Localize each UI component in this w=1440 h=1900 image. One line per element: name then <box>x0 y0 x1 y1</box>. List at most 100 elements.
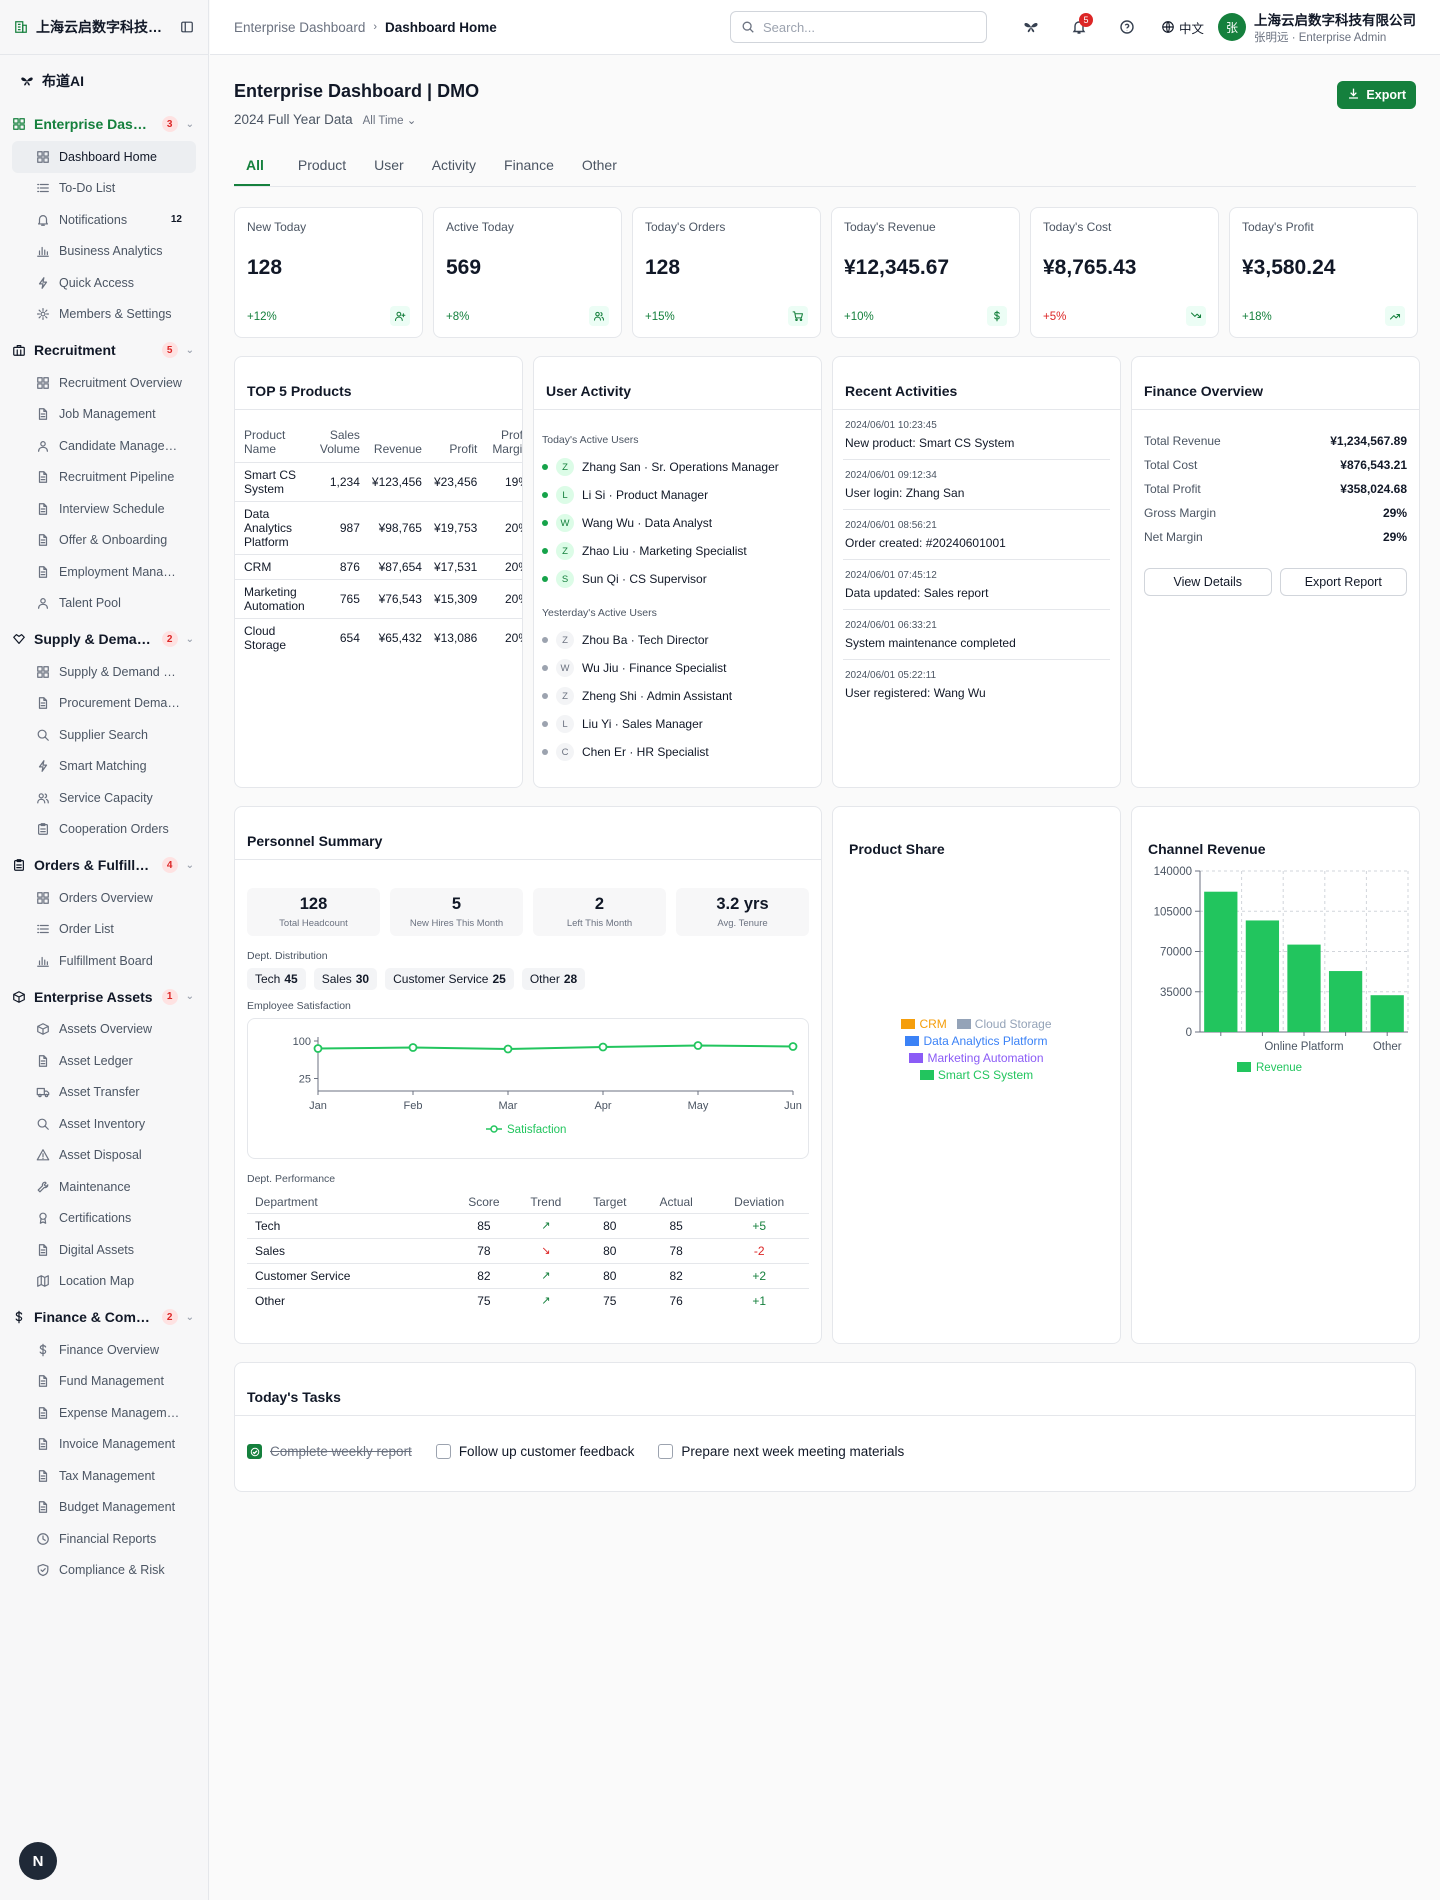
sidebar-item-0-0[interactable]: Dashboard Home <box>12 141 196 173</box>
tab-5[interactable]: Other <box>582 157 617 186</box>
legend-item[interactable]: CRM <box>901 1017 947 1031</box>
table-row[interactable]: Other 75 ↗ 75 76 +1 <box>247 1288 809 1313</box>
sidebar-item-2-3[interactable]: Smart Matching <box>12 751 196 783</box>
sidebar-group-4[interactable]: Enterprise Assets 1 ⌄ <box>0 980 208 1014</box>
sidebar-item-1-3[interactable]: Recruitment Pipeline <box>12 462 196 494</box>
list-item[interactable]: 2024/06/01 09:12:34 User login: Zhang San <box>843 460 1110 510</box>
sidebar-item-2-2[interactable]: Supplier Search <box>12 719 196 751</box>
data-point[interactable] <box>598 1042 608 1052</box>
sidebar-item-3-1[interactable]: Order List <box>12 914 196 946</box>
export-report-button[interactable]: Export Report <box>1279 568 1407 596</box>
table-row[interactable]: Cloud Storage 654 ¥65,432 ¥13,086 20% <box>235 619 522 658</box>
sidebar-item-1-6[interactable]: Employment Management <box>12 556 196 588</box>
tab-0[interactable]: All <box>234 157 270 186</box>
revenue-bar[interactable] <box>1204 891 1238 1032</box>
task-checkbox[interactable] <box>247 1444 262 1459</box>
data-point[interactable] <box>788 1042 798 1051</box>
revenue-bar[interactable] <box>1287 944 1321 1032</box>
sidebar-item-4-2[interactable]: Asset Transfer <box>12 1077 196 1109</box>
kpi-card[interactable]: Today's Cost ¥8,765.43 +5% <box>1030 207 1219 338</box>
list-item[interactable]: Z Zheng Shi · Admin Assistant <box>542 682 813 710</box>
sidebar-group-1[interactable]: Recruitment 5 ⌄ <box>0 333 208 367</box>
sidebar-item-4-3[interactable]: Asset Inventory <box>12 1108 196 1140</box>
table-row[interactable]: Sales 78 ↘ 80 78 -2 <box>247 1238 809 1264</box>
tab-1[interactable]: Product <box>298 157 346 186</box>
kpi-card[interactable]: Active Today 569 +8% <box>433 207 622 338</box>
time-range-select[interactable]: All Time ⌄ <box>363 113 417 127</box>
sidebar-item-3-2[interactable]: Fulfillment Board <box>12 945 196 977</box>
legend-item[interactable]: Smart CS System <box>919 1068 1033 1082</box>
sidebar-item-0-1[interactable]: To-Do List <box>12 173 196 205</box>
list-item[interactable]: S Sun Qi · CS Supervisor <box>542 565 813 593</box>
sidebar-item-5-5[interactable]: Budget Management <box>12 1492 196 1524</box>
list-item[interactable]: 2024/06/01 10:23:45 New product: Smart CS… <box>843 410 1110 460</box>
sidebar-item-4-6[interactable]: Certifications <box>12 1203 196 1235</box>
revenue-bar[interactable] <box>1370 995 1404 1032</box>
help-icon[interactable] <box>1111 11 1143 43</box>
sidebar-group-0[interactable]: Enterprise Dashboard 3 ⌄ <box>0 107 208 141</box>
list-item[interactable]: Z Zhao Liu · Marketing Specialist <box>542 537 813 565</box>
table-row[interactable]: CRM876¥87,654¥17,53120% <box>235 554 522 580</box>
view-details-button[interactable]: View Details <box>1144 568 1272 596</box>
task-checkbox[interactable] <box>658 1444 674 1459</box>
notification-bell-icon[interactable]: 5 <box>1063 11 1095 43</box>
user-menu[interactable]: 张 上海云启数字科技有限公司 张明远 · Enterprise Admin <box>1218 9 1416 45</box>
brand[interactable]: 布道AI <box>0 55 208 107</box>
sidebar-item-3-0[interactable]: Orders Overview <box>12 882 196 914</box>
breadcrumb-parent[interactable]: Enterprise Dashboard <box>234 20 365 35</box>
legend-item[interactable]: Cloud Storage <box>956 1017 1052 1031</box>
task-item[interactable]: Follow up customer feedback <box>435 1444 634 1459</box>
sidebar-item-5-0[interactable]: Finance Overview <box>12 1334 196 1366</box>
next-badge-button[interactable]: N <box>19 1842 57 1880</box>
list-item[interactable]: L Liu Yi · Sales Manager <box>542 710 813 738</box>
kpi-card[interactable]: New Today 128 +12% <box>234 207 423 338</box>
table-row[interactable]: Marketing Automation765¥76,543¥15,30920% <box>235 579 522 619</box>
tab-3[interactable]: Activity <box>432 157 476 186</box>
sidebar-item-4-0[interactable]: Assets Overview <box>12 1014 196 1046</box>
sidebar-item-1-4[interactable]: Interview Schedule <box>12 493 196 525</box>
revenue-bar[interactable] <box>1245 920 1280 1032</box>
sidebar-item-2-0[interactable]: Supply & Demand Market <box>12 656 196 688</box>
language-switch[interactable]: 中文 <box>1161 18 1204 37</box>
sidebar-item-1-7[interactable]: Talent Pool <box>12 588 196 620</box>
table-row[interactable]: Tech 85 ↗ 80 85 +5 <box>247 1213 809 1239</box>
sidebar-item-1-0[interactable]: Recruitment Overview <box>12 367 196 399</box>
sidebar-item-0-4[interactable]: Quick Access <box>12 267 196 299</box>
table-row[interactable]: Customer Service 82 ↗ 80 82 +2 <box>247 1263 809 1289</box>
sidebar-item-1-2[interactable]: Candidate Management <box>12 430 196 462</box>
sidebar-item-5-1[interactable]: Fund Management <box>12 1366 196 1398</box>
sidebar-item-0-5[interactable]: Members & Settings <box>12 299 196 331</box>
sidebar-item-5-7[interactable]: Compliance & Risk <box>12 1555 196 1587</box>
sidebar-group-5[interactable]: Finance & Compliance 2 ⌄ <box>0 1300 208 1334</box>
list-item[interactable]: 2024/06/01 07:45:12 Data updated: Sales r… <box>843 560 1110 610</box>
list-item[interactable]: 2024/06/01 08:56:21 Order created: #20240… <box>843 510 1110 560</box>
sidebar-item-1-1[interactable]: Job Management <box>12 399 196 431</box>
kpi-card[interactable]: Today's Revenue ¥12,345.67 +10% <box>831 207 1020 338</box>
kpi-card[interactable]: Today's Orders 128 +15% <box>632 207 821 338</box>
legend-item[interactable]: Marketing Automation <box>909 1051 1044 1065</box>
list-item[interactable]: W Wang Wu · Data Analyst <box>542 509 813 537</box>
task-item[interactable]: Prepare next week meeting materials <box>658 1444 904 1459</box>
table-row[interactable]: Data Analytics Platform 987 ¥98,765 ¥19,753… <box>235 501 522 555</box>
sidebar-item-5-2[interactable]: Expense Management <box>12 1397 196 1429</box>
legend-item[interactable]: Data Analytics Platform <box>905 1034 1048 1048</box>
list-item[interactable]: W Wu Jiu · Finance Specialist <box>542 654 813 682</box>
sidebar-item-2-4[interactable]: Service Capacity <box>12 782 196 814</box>
sidebar-collapse-icon[interactable] <box>180 20 194 34</box>
list-item[interactable]: Z Zhou Ba · Tech Director <box>542 626 813 654</box>
sidebar-item-5-6[interactable]: Financial Reports <box>12 1523 196 1555</box>
sidebar-group-2[interactable]: Supply & Demand 2 ⌄ <box>0 622 208 656</box>
sidebar-item-5-4[interactable]: Tax Management <box>12 1460 196 1492</box>
sidebar-item-0-3[interactable]: Business Analytics <box>12 236 196 268</box>
data-point[interactable] <box>503 1044 513 1054</box>
sidebar-item-0-2[interactable]: Notifications 12 <box>12 204 196 236</box>
table-viewport[interactable]: Product Name Sales Volume Revenue Profit Pro… <box>235 410 522 658</box>
data-point[interactable] <box>313 1044 323 1053</box>
list-item[interactable]: C Chen Er · HR Specialist <box>542 738 813 766</box>
data-point[interactable] <box>408 1043 418 1052</box>
sidebar-item-5-3[interactable]: Invoice Management <box>12 1429 196 1461</box>
sidebar-item-4-5[interactable]: Maintenance <box>12 1171 196 1203</box>
sidebar-item-4-7[interactable]: Digital Assets <box>12 1234 196 1266</box>
task-checkbox[interactable] <box>435 1444 451 1459</box>
search-input[interactable]: Search... <box>729 11 987 43</box>
